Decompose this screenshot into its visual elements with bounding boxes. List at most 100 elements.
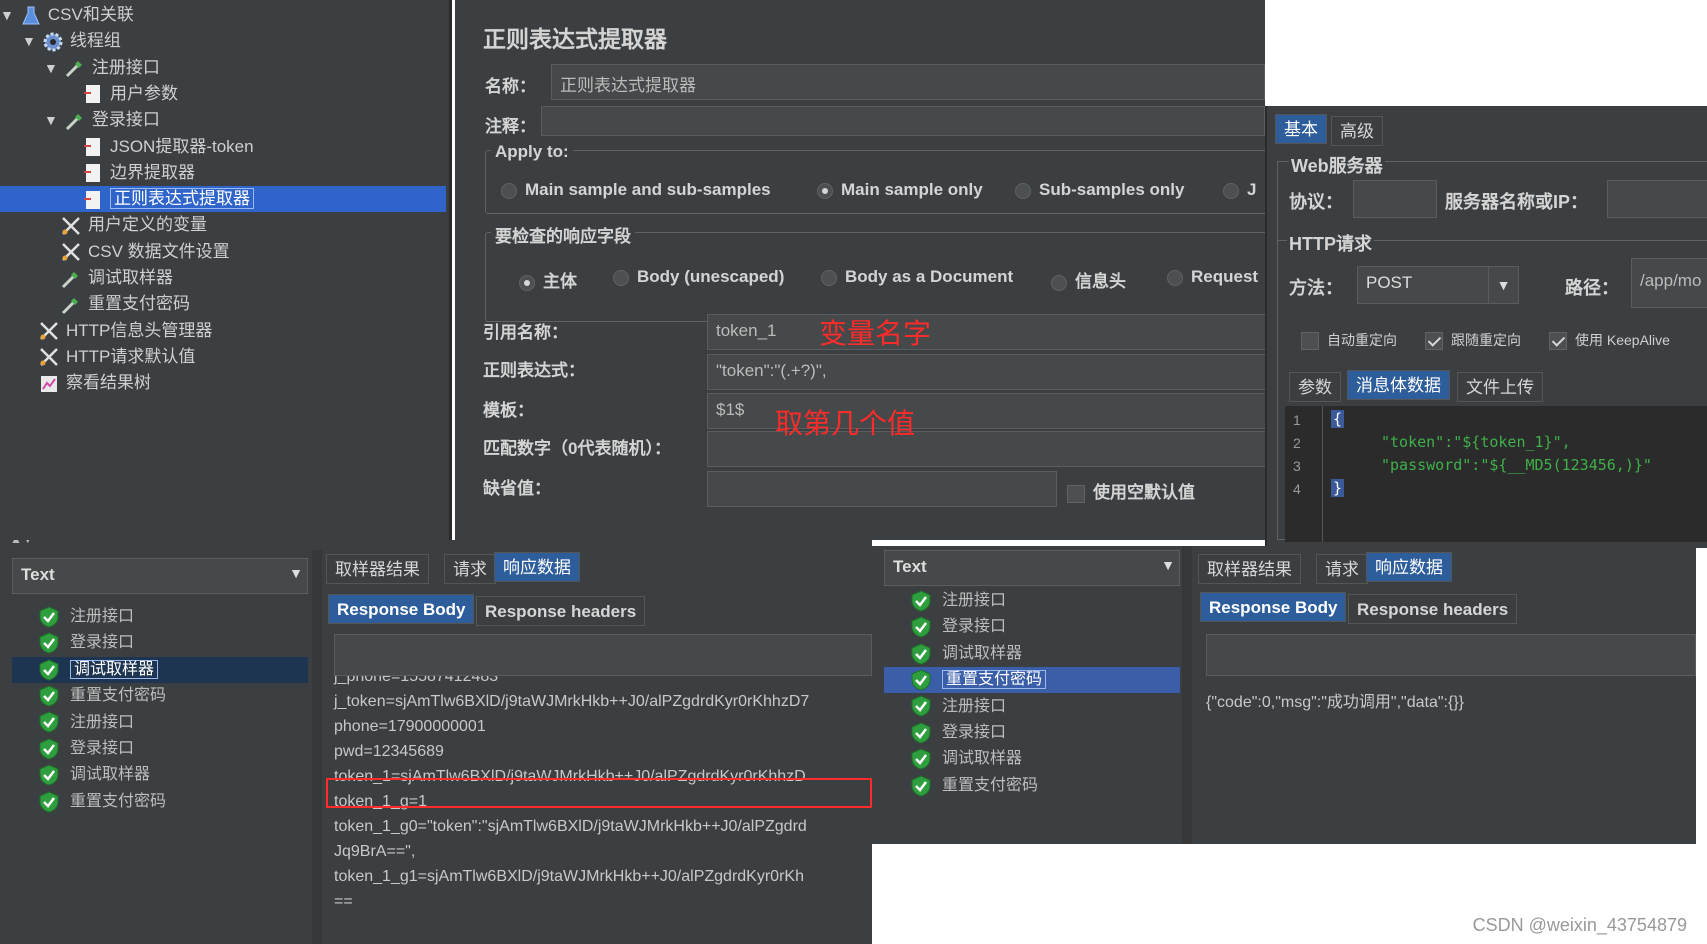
apply-radio-1[interactable]: Main sample only bbox=[817, 180, 983, 200]
response-line: == bbox=[334, 893, 353, 910]
comment-field[interactable] bbox=[541, 106, 1265, 136]
chevron-down-icon: ▼ bbox=[1161, 557, 1175, 573]
sampler-result-label: 重置支付密码 bbox=[942, 670, 1047, 690]
expand-toggle-icon[interactable]: ▼ bbox=[22, 33, 36, 49]
sampler-result-item[interactable]: 调试取样器 bbox=[884, 746, 1180, 772]
checkbox-icon bbox=[1425, 332, 1443, 351]
tab-response-headers[interactable]: Response headers bbox=[476, 596, 646, 626]
tree-item[interactable]: CSV 数据文件设置 bbox=[0, 239, 446, 265]
path-field[interactable]: /app/mo bbox=[1631, 258, 1707, 308]
field-radio-4[interactable]: Request bbox=[1167, 267, 1258, 287]
sampler-result-item[interactable]: 登录接口 bbox=[884, 614, 1180, 640]
sampler-result-item[interactable]: 登录接口 bbox=[12, 736, 308, 762]
tab-advanced[interactable]: 高级 bbox=[1331, 116, 1383, 146]
keepalive-checkbox[interactable]: 使用 KeepAlive bbox=[1549, 330, 1670, 351]
tab-response-body[interactable]: Response Body bbox=[1200, 592, 1347, 622]
method-select[interactable]: POST ▼ bbox=[1357, 266, 1519, 304]
tab-file-upload[interactable]: 文件上传 bbox=[1457, 372, 1543, 402]
success-shield-icon bbox=[38, 606, 60, 628]
tab-response-data[interactable]: 响应数据 bbox=[494, 552, 580, 582]
ref-name-field[interactable]: token_1 bbox=[707, 314, 1265, 350]
tree-item[interactable]: HTTP请求默认值 bbox=[0, 344, 446, 370]
regex-field[interactable]: "token":"(.+?)", bbox=[707, 354, 1265, 390]
expand-toggle-icon[interactable]: ▼ bbox=[0, 7, 14, 23]
auto-redirect-checkbox[interactable]: 自动重定向 bbox=[1301, 330, 1397, 351]
sampler-result-item[interactable]: 调试取样器 bbox=[12, 656, 308, 683]
sampler-result-item[interactable]: 重置支付密码 bbox=[884, 667, 1180, 694]
field-radio-1[interactable]: Body (unescaped) bbox=[613, 267, 784, 287]
field-radio-2[interactable]: Body as a Document bbox=[821, 267, 1013, 287]
sampler-result-item[interactable]: 调试取样器 bbox=[884, 641, 1180, 667]
tab-body-data[interactable]: 消息体数据 bbox=[1347, 370, 1450, 400]
expand-toggle-icon[interactable]: ▼ bbox=[44, 112, 58, 128]
tab-sampler-result[interactable]: 取样器结果 bbox=[326, 554, 429, 584]
tree-item[interactable]: 调试取样器 bbox=[0, 265, 446, 291]
tree-item[interactable]: 正则表达式提取器 bbox=[0, 186, 446, 213]
tree-item-label: 调试取样器 bbox=[88, 268, 173, 287]
code-editor[interactable]: 1 {2 "token":"${token_1}", 3 "password":"${_… bbox=[1285, 406, 1707, 542]
code-line: } bbox=[1331, 479, 1345, 497]
server-field[interactable] bbox=[1607, 180, 1707, 218]
sampler-result-item[interactable]: 重置支付密码 bbox=[884, 773, 1180, 799]
tree-item[interactable]: ▼ 线程组 bbox=[0, 28, 446, 54]
protocol-field[interactable] bbox=[1353, 180, 1437, 218]
sampler-result-label: 登录接口 bbox=[942, 724, 1007, 741]
tab-parameters[interactable]: 参数 bbox=[1289, 372, 1341, 402]
field-radio-0[interactable]: 主体 bbox=[519, 267, 577, 292]
splitter-handle[interactable] bbox=[449, 0, 452, 540]
tab-response-body[interactable]: Response Body bbox=[328, 594, 475, 624]
search-box[interactable] bbox=[1206, 634, 1696, 676]
success-shield-icon bbox=[38, 659, 60, 681]
default-value-field[interactable] bbox=[707, 471, 1057, 507]
tab-response-data[interactable]: 响应数据 bbox=[1366, 552, 1452, 582]
tree-item[interactable]: HTTP信息头管理器 bbox=[0, 318, 446, 344]
doc-icon bbox=[82, 136, 104, 158]
success-shield-icon bbox=[910, 695, 932, 717]
sampler-result-item[interactable]: 重置支付密码 bbox=[12, 683, 308, 709]
follow-redirect-checkbox[interactable]: 跟随重定向 bbox=[1425, 330, 1521, 351]
sampler-result-item[interactable]: 注册接口 bbox=[884, 694, 1180, 720]
sampler-result-item[interactable]: 调试取样器 bbox=[12, 762, 308, 788]
empty-default-checkbox[interactable]: 使用空默认值 bbox=[1067, 478, 1195, 503]
sampler-result-item[interactable]: 注册接口 bbox=[12, 710, 308, 736]
radio-icon bbox=[501, 182, 517, 199]
tree-item[interactable]: ▼ 注册接口 bbox=[0, 55, 446, 81]
sampler-result-item[interactable]: 注册接口 bbox=[12, 604, 308, 630]
sampler-result-item[interactable]: 重置支付密码 bbox=[12, 789, 308, 815]
match-number-label: 匹配数字（0代表随机）： bbox=[483, 439, 671, 458]
apply-radio-2[interactable]: Sub-samples only bbox=[1015, 180, 1184, 200]
collapse-arrows-icon[interactable]: ▲▼ bbox=[10, 540, 34, 546]
expand-toggle-icon[interactable]: ▼ bbox=[44, 60, 58, 76]
field-radio-3[interactable]: 信息头 bbox=[1051, 267, 1126, 292]
tree-item[interactable]: 察看结果树 bbox=[0, 370, 446, 396]
tree-item[interactable]: 重置支付密码 bbox=[0, 291, 446, 317]
tab-request[interactable]: 请求 bbox=[444, 554, 496, 584]
splitter-left[interactable] bbox=[312, 550, 322, 944]
sampler-result-item[interactable]: 登录接口 bbox=[12, 630, 308, 656]
tree-item[interactable]: JSON提取器-token bbox=[0, 134, 446, 160]
tab-response-headers[interactable]: Response headers bbox=[1348, 594, 1518, 624]
doc-icon bbox=[82, 162, 104, 184]
checkbox-icon bbox=[1549, 332, 1567, 351]
tree-item[interactable]: ▼ 登录接口 bbox=[0, 107, 446, 133]
renderer-select[interactable]: Text ▼ bbox=[12, 558, 308, 594]
sampler-result-label: 重置支付密码 bbox=[942, 776, 1039, 794]
apply-radio-0[interactable]: Main sample and sub-samples bbox=[501, 180, 771, 200]
sampler-result-item[interactable]: 注册接口 bbox=[884, 588, 1180, 614]
tree-item[interactable]: 用户参数 bbox=[0, 81, 446, 107]
apply-radio-3[interactable]: J bbox=[1223, 180, 1256, 200]
splitter-right[interactable] bbox=[1182, 546, 1192, 844]
tab-basic[interactable]: 基本 bbox=[1275, 114, 1327, 144]
renderer-select[interactable]: Text ▼ bbox=[884, 550, 1180, 586]
name-field[interactable]: 正则表达式提取器 bbox=[551, 64, 1265, 100]
tree-item-label: 用户定义的变量 bbox=[88, 215, 207, 235]
sampler-result-item[interactable]: 登录接口 bbox=[884, 720, 1180, 746]
sampler-result-label: 调试取样器 bbox=[942, 644, 1023, 662]
tab-request[interactable]: 请求 bbox=[1316, 554, 1368, 584]
web-server-label: Web服务器 bbox=[1289, 152, 1385, 178]
tree-item[interactable]: ▼ CSV和关联 bbox=[0, 2, 446, 28]
tree-item[interactable]: 边界提取器 bbox=[0, 160, 446, 186]
search-box[interactable] bbox=[334, 634, 872, 676]
tree-item[interactable]: 用户定义的变量 bbox=[0, 212, 446, 238]
tab-sampler-result[interactable]: 取样器结果 bbox=[1198, 554, 1301, 584]
